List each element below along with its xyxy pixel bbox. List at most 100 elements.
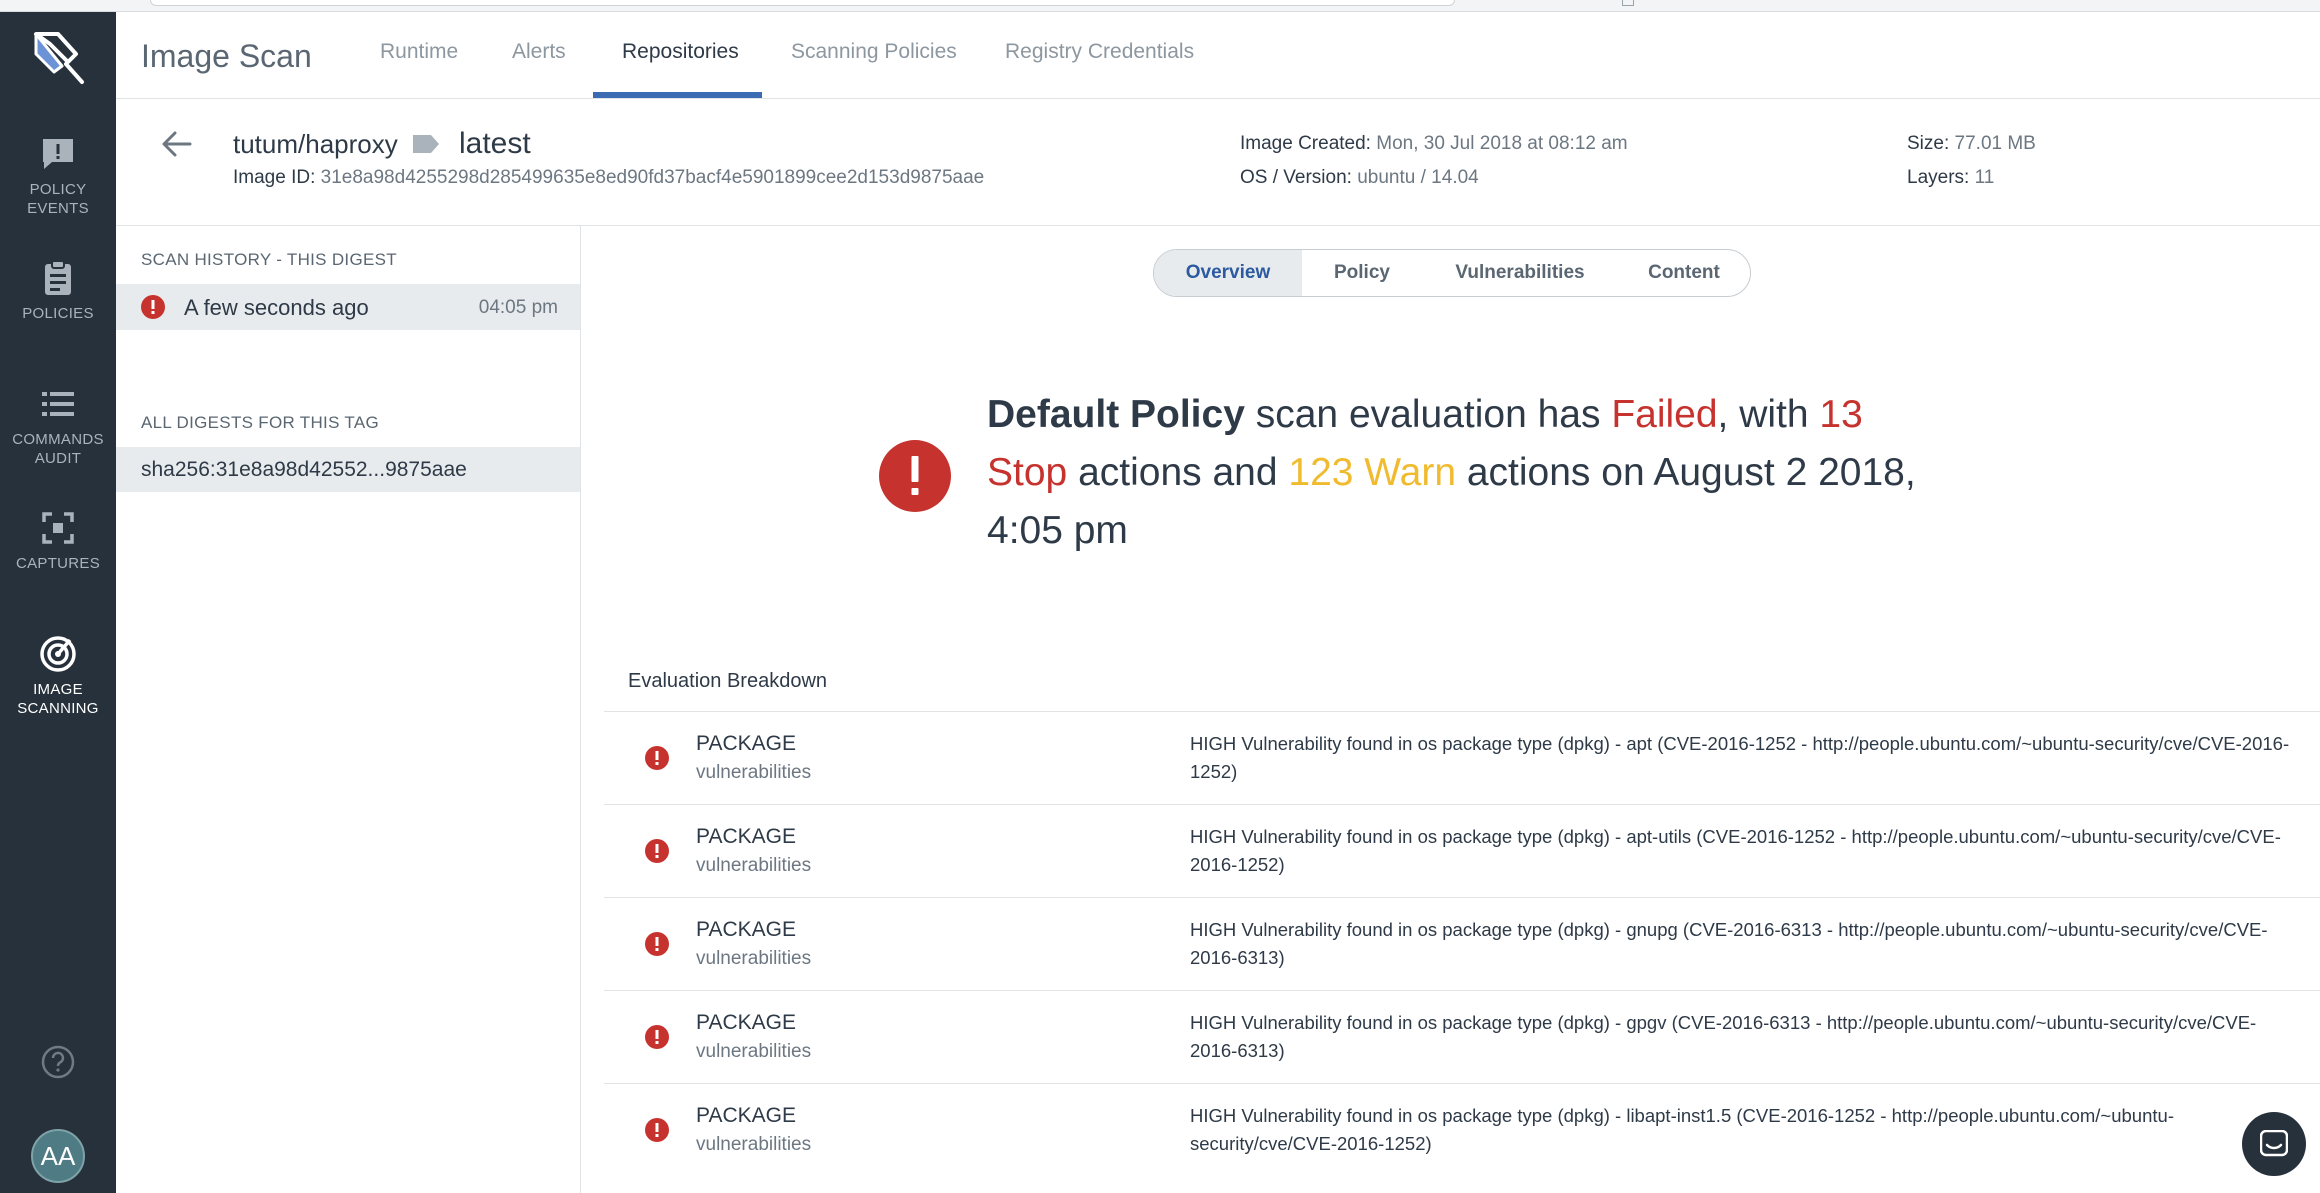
table-row: PACKAGE vulnerabilities HIGH Vulnerabili… xyxy=(604,897,2320,990)
detail-tabs: Overview Policy Vulnerabilities Content xyxy=(1153,249,1751,297)
error-icon xyxy=(645,746,669,770)
row-message: HIGH Vulnerability found in os package t… xyxy=(1190,1105,2174,1154)
image-size-label: Size: xyxy=(1907,133,1950,154)
failed-status-icon xyxy=(879,440,951,512)
image-os-label: OS / Version: xyxy=(1240,167,1352,188)
image-info-bar: tutum/haproxy latest Image ID: 31e8a98d4… xyxy=(116,99,2320,226)
row-gate: PACKAGE xyxy=(696,918,796,941)
chat-launcher-button[interactable] xyxy=(2242,1112,2306,1176)
sidebar-item-image-scanning[interactable]: IMAGE SCANNING xyxy=(0,634,116,718)
scan-history-time: 04:05 pm xyxy=(478,297,558,318)
address-bar[interactable] xyxy=(150,0,1455,6)
summary-text: actions and xyxy=(1067,451,1289,494)
summary-result: Failed xyxy=(1611,393,1718,436)
app-logo-icon[interactable] xyxy=(28,28,88,88)
breakdown-title: Evaluation Breakdown xyxy=(628,670,828,692)
image-created: Image Created: Mon, 30 Jul 2018 at 08:12… xyxy=(1240,133,1628,155)
row-message: HIGH Vulnerability found in os package t… xyxy=(1190,733,2290,782)
image-layers-value: 11 xyxy=(1974,167,1995,188)
help-icon[interactable] xyxy=(40,1044,76,1080)
sidebar-item-label: SCANNING xyxy=(17,700,99,717)
capture-icon xyxy=(42,512,74,544)
error-icon xyxy=(645,1025,669,1049)
sidebar-item-label: POLICY xyxy=(29,181,87,198)
error-icon xyxy=(645,839,669,863)
bookmark-icon[interactable] xyxy=(1622,0,1634,6)
row-trigger: vulnerabilities xyxy=(696,1134,812,1155)
image-layers-label: Layers: xyxy=(1907,167,1970,188)
main-content: Overview Policy Vulnerabilities Content … xyxy=(582,226,2320,1193)
image-os-version: OS / Version: ubuntu / 14.04 xyxy=(1240,167,1479,189)
image-size: Size: 77.01 MB xyxy=(1907,133,2036,155)
image-created-label: Image Created: xyxy=(1240,133,1371,154)
chat-icon xyxy=(2260,1130,2288,1157)
sidebar-item-policies[interactable]: POLICIES xyxy=(0,258,116,323)
digest-item[interactable]: sha256:31e8a98d42552...9875aae xyxy=(116,447,580,492)
tag-icon xyxy=(413,135,439,153)
image-os-value: ubuntu / 14.04 xyxy=(1357,167,1479,188)
row-message: HIGH Vulnerability found in os package t… xyxy=(1190,1012,2257,1061)
error-icon xyxy=(645,1118,669,1142)
scan-history-when: A few seconds ago xyxy=(184,295,369,320)
digests-title: ALL DIGESTS FOR THIS TAG xyxy=(141,413,380,432)
row-trigger: vulnerabilities xyxy=(696,855,812,876)
table-row: PACKAGE vulnerabilities HIGH Vulnerabili… xyxy=(604,1083,2320,1176)
row-trigger: vulnerabilities xyxy=(696,1041,812,1062)
tab-registry-credentials[interactable]: Registry Credentials xyxy=(1005,40,1194,64)
page-title: Image Scan xyxy=(141,38,312,74)
image-id-value: 31e8a98d4255298d285499635e8ed90fd37bacf4… xyxy=(320,167,985,188)
tab-alerts[interactable]: Alerts xyxy=(512,40,566,64)
sidebar-item-commands-audit[interactable]: COMMANDS AUDIT xyxy=(0,384,116,468)
sidebar-item-label: COMMANDS xyxy=(12,431,104,448)
evaluation-summary: Default Policy scan evaluation has Faile… xyxy=(987,386,1917,560)
row-trigger: vulnerabilities xyxy=(696,948,812,969)
summary-warn-count: 123 Warn xyxy=(1288,451,1457,494)
sidebar-item-label: IMAGE xyxy=(33,681,83,698)
image-size-value: 77.01 MB xyxy=(1954,133,2036,154)
sidebar-item-label: POLICIES xyxy=(22,305,94,322)
tab-repositories[interactable]: Repositories xyxy=(622,40,739,64)
avatar[interactable]: AA xyxy=(31,1129,85,1183)
table-row: PACKAGE vulnerabilities HIGH Vulnerabili… xyxy=(604,804,2320,897)
row-gate: PACKAGE xyxy=(696,1011,796,1034)
tab-content[interactable]: Content xyxy=(1618,250,1750,296)
browser-top-strip xyxy=(0,0,2320,12)
scan-history-title: SCAN HISTORY - THIS DIGEST xyxy=(141,250,397,269)
sidebar-item-label: AUDIT xyxy=(34,450,82,467)
sidebar-item-label: CAPTURES xyxy=(15,555,101,572)
comment-alert-icon xyxy=(43,139,73,169)
clipboard-icon xyxy=(45,260,71,295)
tab-runtime[interactable]: Runtime xyxy=(380,40,458,64)
image-tag: latest xyxy=(459,127,531,160)
breakdown-table: PACKAGE vulnerabilities HIGH Vulnerabili… xyxy=(604,711,2320,1176)
summary-text: , with xyxy=(1717,393,1820,436)
sidebar-item-captures[interactable]: CAPTURES xyxy=(0,508,116,573)
scan-history-item[interactable]: A few seconds ago 04:05 pm xyxy=(116,284,580,330)
sidebar: POLICY EVENTS POLICIES COMMANDS AUDIT CA… xyxy=(0,12,116,1193)
scan-history-panel: SCAN HISTORY - THIS DIGEST A few seconds… xyxy=(116,226,581,1193)
list-icon xyxy=(42,392,74,416)
error-icon xyxy=(141,295,165,319)
row-gate: PACKAGE xyxy=(696,825,796,848)
image-id-label: Image ID: xyxy=(233,167,316,188)
image-layers: Layers: 11 xyxy=(1907,167,1994,189)
image-repo: tutum/haproxy xyxy=(233,129,398,159)
image-id: Image ID: 31e8a98d4255298d285499635e8ed9… xyxy=(233,167,984,189)
tab-policy[interactable]: Policy xyxy=(1302,250,1422,296)
target-icon xyxy=(40,636,76,672)
digest-value: sha256:31e8a98d42552...9875aae xyxy=(141,458,467,481)
row-message: HIGH Vulnerability found in os package t… xyxy=(1190,826,2281,875)
tab-vulnerabilities[interactable]: Vulnerabilities xyxy=(1422,250,1618,296)
table-row: PACKAGE vulnerabilities HIGH Vulnerabili… xyxy=(604,711,2320,804)
table-row: PACKAGE vulnerabilities HIGH Vulnerabili… xyxy=(604,990,2320,1083)
summary-text: scan evaluation has xyxy=(1244,393,1612,436)
row-gate: PACKAGE xyxy=(696,1104,796,1127)
tab-overview[interactable]: Overview xyxy=(1154,250,1302,296)
row-message: HIGH Vulnerability found in os package t… xyxy=(1190,919,2268,968)
top-header: Image Scan Runtime Alerts Repositories S… xyxy=(116,12,2320,99)
tab-scanning-policies[interactable]: Scanning Policies xyxy=(791,40,957,64)
image-created-value: Mon, 30 Jul 2018 at 08:12 am xyxy=(1376,133,1628,154)
sidebar-item-policy-events[interactable]: POLICY EVENTS xyxy=(0,134,116,218)
back-arrow-icon[interactable] xyxy=(160,129,194,159)
active-tab-indicator xyxy=(593,92,762,98)
